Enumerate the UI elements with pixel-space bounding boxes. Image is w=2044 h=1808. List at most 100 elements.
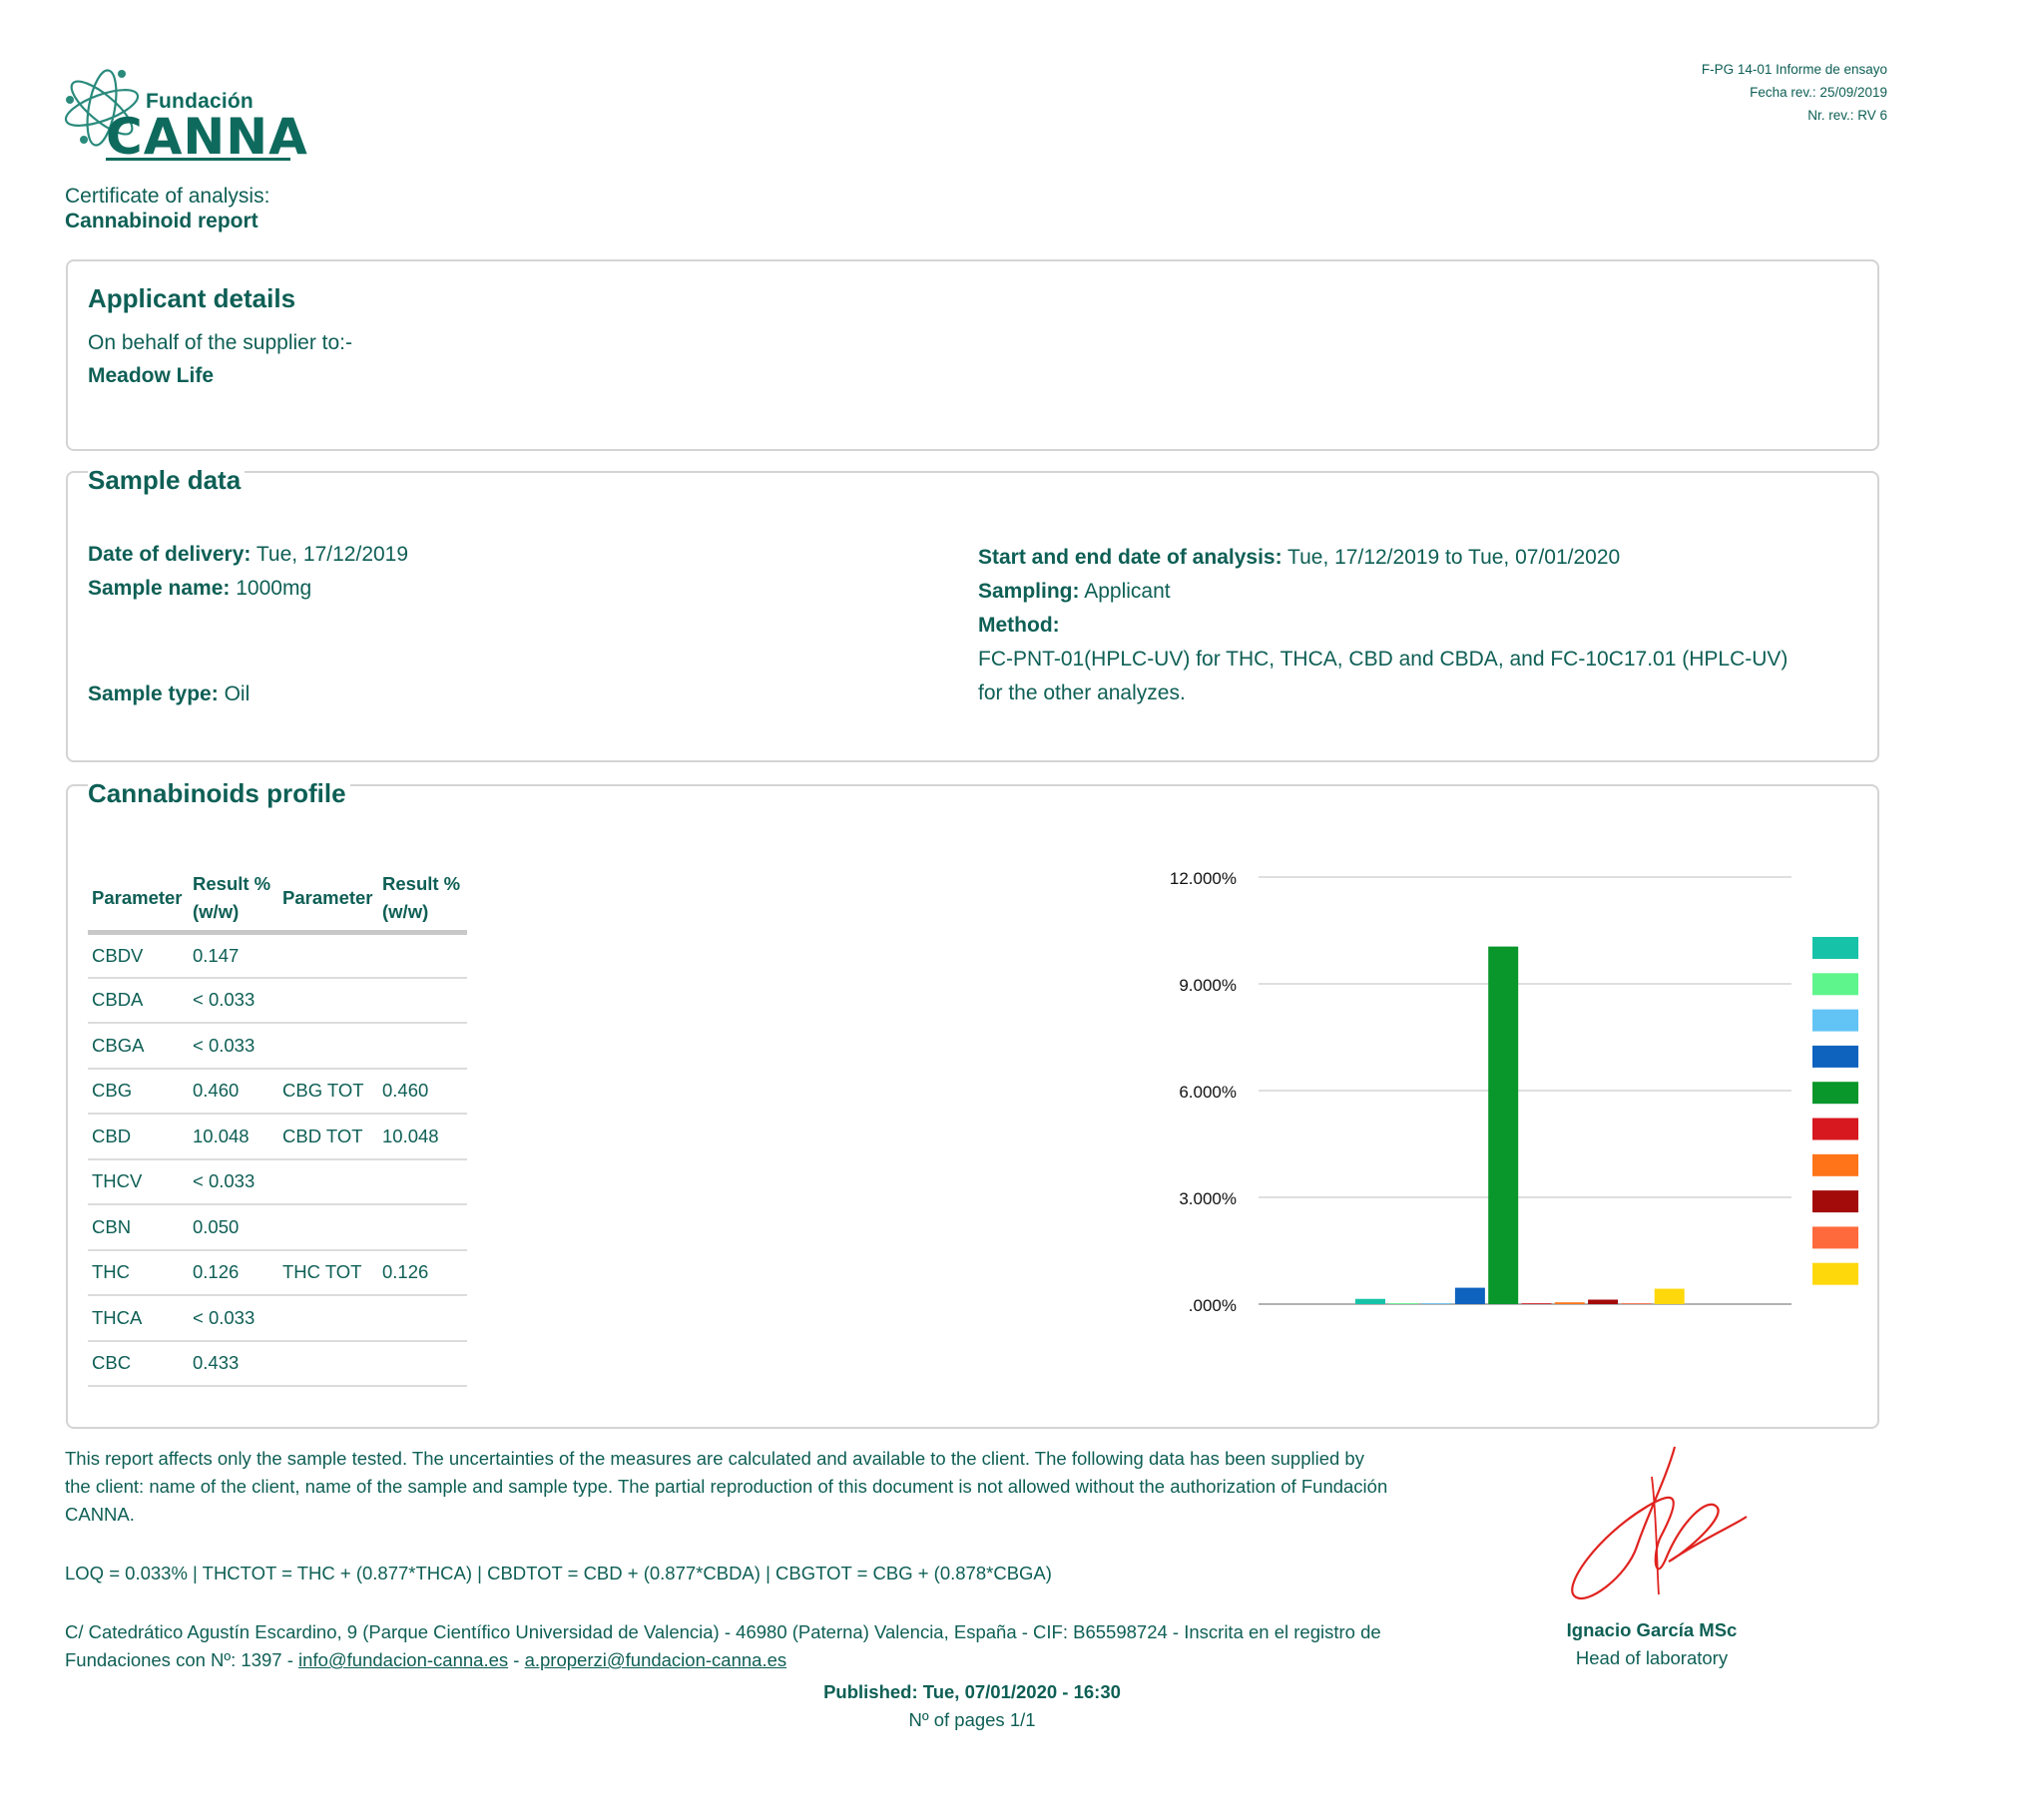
email-link-info[interactable]: info@fundacion-canna.es [298,1649,508,1670]
cell-result: 10.048 [189,1114,278,1160]
sample-name: Sample name: 1000mg [88,577,312,600]
applicant-name: Meadow Life [88,364,215,387]
cannabinoids-bar-chart: .000%3.000%6.000%9.000%12.000%CBDVCBDACB… [1170,869,1858,1315]
cell-result-total [378,1204,467,1251]
disclaimer-line-3: CANNA. [65,1504,135,1525]
header-parameter: Parameter [88,866,189,935]
table-header-row: Parameter Result % (w/w) Parameter Result… [88,866,467,935]
certificate-line: Certificate of analysis: [65,185,270,208]
header-result: Result % (w/w) [189,866,278,935]
disclaimer-line-1: This report affects only the sample test… [65,1448,1364,1469]
cell-parameter: CBN [88,1204,189,1251]
cell-result: < 0.033 [189,1158,278,1205]
cell-parameter-total [278,1158,378,1205]
bar-thca [1621,1303,1652,1304]
cell-parameter-total: CBD TOT [278,1114,378,1160]
sample-title: Sample data [88,465,246,496]
cell-parameter: CBGA [88,1023,189,1070]
address-line-2: Fundaciones con Nº: 1397 - info@fundacio… [65,1649,787,1670]
cell-result-total: 0.460 [378,1068,467,1115]
table-row: CBD 10.048 CBD TOT 10.048 [88,1114,467,1160]
form-code: F-PG 14-01 Informe de ensayo [1701,62,1887,77]
legend-swatch [1812,1226,1858,1249]
bar-cbd [1488,946,1519,1304]
table-row: THCV < 0.033 [88,1158,467,1205]
cell-result: < 0.033 [189,1295,278,1342]
cell-result-total [378,1295,467,1342]
email-link-properzi[interactable]: a.properzi@fundacion-canna.es [525,1649,787,1670]
cell-parameter-total [278,932,378,979]
legend-swatch [1812,1153,1858,1176]
bar-cbdv [1355,1298,1385,1304]
legend-swatch [1812,937,1858,959]
cell-parameter: CBC [88,1340,189,1387]
cell-result: 0.126 [189,1249,278,1296]
bar-cbga [1421,1303,1452,1304]
legend-swatch [1812,1045,1858,1068]
legend-swatch [1812,1262,1858,1285]
bar-cbda [1388,1303,1419,1304]
cell-parameter-total [278,1340,378,1387]
legend-swatch [1812,1082,1858,1105]
form-revision-date: Fecha rev.: 25/09/2019 [1750,85,1887,100]
disclaimer: This report affects only the sample test… [65,1445,1387,1529]
cell-parameter-total: CBG TOT [278,1068,378,1115]
legend-swatch [1812,1009,1858,1032]
y-tick-label: 3.000% [1179,1189,1237,1208]
cannabinoids-table: Parameter Result % (w/w) Parameter Result… [88,866,467,1387]
cell-parameter-total: THC TOT [278,1249,378,1296]
cell-parameter-total [278,977,378,1024]
report-type: Cannabinoid report [65,210,258,232]
table-row: CBC 0.433 [88,1340,467,1387]
table-row: CBN 0.050 [88,1204,467,1251]
cell-result-total [378,932,467,979]
cell-parameter: THCA [88,1295,189,1342]
analysis-dates: Start and end date of analysis: Tue, 17/… [978,546,1621,569]
cell-result: 0.433 [189,1340,278,1387]
method-label: Method: [978,614,1060,637]
table-row: THC 0.126 THC TOT 0.126 [88,1249,467,1296]
published-date: Published: Tue, 07/01/2020 - 16:30 [823,1681,1121,1702]
bar-cbc [1654,1288,1685,1304]
y-tick-label: 9.000% [1179,976,1237,995]
legend-swatch [1812,973,1858,996]
bar-cbg [1454,1287,1485,1304]
sample-type: Sample type: Oil [88,682,251,705]
sampling: Sampling: Applicant [978,580,1171,603]
profile-title: Cannabinoids profile [88,778,350,809]
legend-swatch [1812,1118,1858,1140]
address: C/ Catedrático Agustín Escardino, 9 (Par… [65,1618,1381,1674]
cell-result: < 0.033 [189,977,278,1024]
cell-result: 0.460 [189,1068,278,1115]
table-row: CBDA < 0.033 [88,977,467,1024]
sample-data-box: Sample data Date of delivery: Tue, 17/12… [66,465,1879,762]
cell-result-total: 0.126 [378,1249,467,1296]
cell-parameter-total [278,1295,378,1342]
table-row: CBDV 0.147 [88,932,467,979]
cell-parameter: CBD [88,1114,189,1160]
applicant-behalf: On behalf of the supplier to:- [88,331,352,354]
address-line-1: C/ Catedrático Agustín Escardino, 9 (Par… [65,1621,1381,1642]
cell-result-total [378,1340,467,1387]
y-tick-label: .000% [1189,1296,1237,1315]
table-row: CBGA < 0.033 [88,1023,467,1070]
header-result-2: Result % (w/w) [378,866,467,935]
cell-result-total [378,977,467,1024]
header-parameter-2: Parameter [278,866,378,935]
cell-result: < 0.033 [189,1023,278,1070]
cannabinoids-profile-box: Cannabinoids profile Parameter Result %(… [66,778,1879,1429]
cell-result: 0.147 [189,932,278,979]
signatory-role: Head of laboratory [1575,1647,1729,1668]
form-revision-number: Nr. rev.: RV 6 [1807,108,1887,123]
cell-result: 0.050 [189,1204,278,1251]
logo-underline [106,158,290,161]
signatory-name: Ignacio García MSc [1566,1619,1738,1640]
page-count: Nº of pages 1/1 [908,1709,1036,1730]
cell-parameter: CBDA [88,977,189,1024]
cell-result-total: 10.048 [378,1114,467,1160]
cell-result-total [378,1158,467,1205]
cell-result-total [378,1023,467,1070]
bar-cbn [1554,1302,1585,1304]
bar-thc [1588,1299,1619,1304]
legend-swatch [1812,1190,1858,1213]
